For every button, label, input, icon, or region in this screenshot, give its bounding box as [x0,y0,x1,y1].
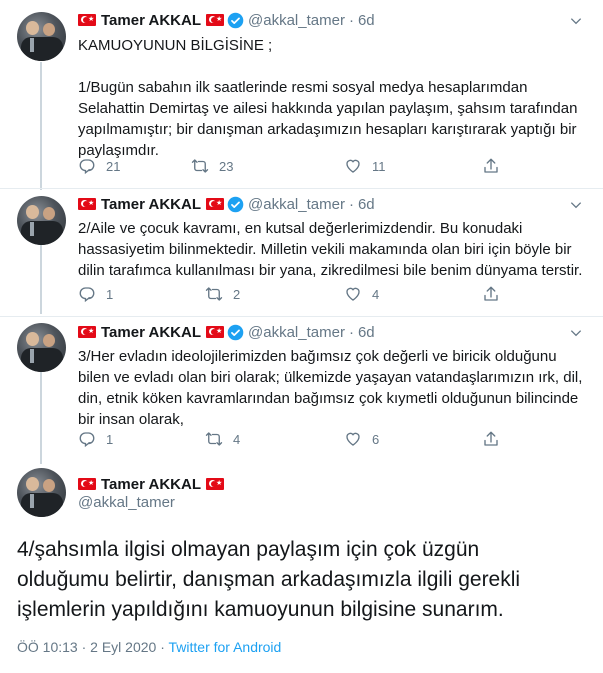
share-icon [484,158,498,173]
tweet-header: ★ Tamer AKKAL ★ @akkal_tamer · 6d [78,322,375,342]
text-line: din, etnik köken kavramlarından bağımsız… [78,390,579,407]
tweet-header: ★ Tamer AKKAL ★ [78,474,227,494]
text-line: bir insan olarak, [78,411,184,428]
tweet-time[interactable]: 6d [358,12,375,29]
retweet-button[interactable]: 23 [191,157,233,175]
avatar[interactable] [17,468,66,517]
like-button[interactable]: 11 [344,157,386,175]
tweet-source[interactable]: Twitter for Android [169,639,282,655]
verified-badge-icon [227,12,244,28]
tweet-text: 2/Aile ve çocuk kavramı, en kutsal değer… [78,218,588,281]
author-name[interactable]: Tamer AKKAL [101,196,201,213]
reply-button[interactable]: 1 [78,285,113,303]
author-handle[interactable]: @akkal_tamer [78,494,175,511]
share-icon [484,431,498,446]
chevron-down-icon[interactable] [569,14,583,28]
heart-icon [346,159,360,173]
share-icon [484,286,498,301]
text-line: 3/Her evladın ideolojilerimizden bağımsı… [78,348,557,365]
reply-icon [79,432,95,448]
reply-icon [79,159,95,175]
separator-dot: · [348,11,354,29]
author-name[interactable]: Tamer AKKAL [101,476,201,493]
thread-connector [40,372,42,464]
author-handle[interactable]: @akkal_tamer [248,324,345,341]
retweet-button[interactable]: 4 [205,430,240,448]
tweet-time[interactable]: 6d [358,196,375,213]
text-line: 2/Aile ve çocuk kavramı, en kutsal değer… [78,220,523,237]
text-line: dilin tarafımca kullanılması bir yana, z… [78,262,583,279]
turkish-flag-icon: ★ [206,478,225,490]
chevron-down-icon[interactable] [569,326,583,340]
like-count: 4 [372,286,380,302]
reply-count: 1 [106,286,114,302]
text-line: KAMUOYUNUN BİLGİSİNE ; [78,37,273,54]
text-line: olduğumu belirtir, danışman arkadaşımızl… [17,568,521,591]
retweet-count: 4 [233,431,241,447]
text-line: işlemlerin yapıldığını kamuoyunun bilgis… [17,598,504,621]
heart-icon [346,432,360,446]
divider [0,188,603,189]
thread-connector [40,62,42,190]
turkish-flag-icon: ★ [206,198,225,210]
reply-icon [79,287,95,303]
tweet-actions: 1 4 6 [78,430,518,450]
tweet-timestamp[interactable]: ÖÖ 10:13 · 2 Eyl 2020 · [17,639,169,655]
tweet-text: 3/Her evladın ideolojilerimizden bağımsı… [78,346,588,430]
turkish-flag-icon: ★ [78,478,96,490]
author-handle[interactable]: @akkal_tamer [248,12,345,29]
like-button[interactable]: 4 [344,285,379,303]
text-line: yapılmamıştır; bir danışman arkadaşımızı… [78,121,577,138]
tweet-meta: ÖÖ 10:13 · 2 Eyl 2020 · Twitter for Andr… [17,639,281,655]
author-name[interactable]: Tamer AKKAL [101,12,201,29]
like-count: 6 [372,431,380,447]
avatar[interactable] [17,196,66,245]
share-button[interactable] [482,285,510,303]
retweet-count: 2 [233,286,241,302]
text-line: hassasiyetim bilinmektedir. Milletin vek… [78,241,572,258]
reply-button[interactable]: 21 [78,157,120,175]
share-button[interactable] [482,430,510,448]
text-line: 4/şahsımla ilgisi olmayan paylaşım için … [17,538,480,561]
thread-connector [40,245,42,314]
main-tweet-text: 4/şahsımla ilgisi olmayan paylaşım için … [17,535,592,625]
tweet-text: KAMUOYUNUN BİLGİSİNE ; 1/Bugün sabahın i… [78,35,588,161]
avatar[interactable] [17,12,66,61]
retweet-count: 23 [219,158,234,174]
tweet-actions: 1 2 4 [78,285,518,305]
author-name[interactable]: Tamer AKKAL [101,324,201,341]
turkish-flag-icon: ★ [78,198,96,210]
verified-badge-icon [227,196,244,212]
reply-count: 21 [106,158,121,174]
share-button[interactable] [482,157,510,175]
retweet-icon [205,287,223,301]
tweet-actions: 21 23 11 [78,157,518,177]
turkish-flag-icon: ★ [78,326,96,338]
retweet-icon [205,432,223,446]
turkish-flag-icon: ★ [206,326,225,338]
reply-count: 1 [106,431,114,447]
text-line: 1/Bugün sabahın ilk saatlerinde resmi so… [78,79,528,96]
retweet-button[interactable]: 2 [205,285,240,303]
tweet-time[interactable]: 6d [358,324,375,341]
reply-button[interactable]: 1 [78,430,113,448]
separator-dot: · [348,323,354,341]
turkish-flag-icon: ★ [206,14,225,26]
chevron-down-icon[interactable] [569,198,583,212]
tweet-header: ★ Tamer AKKAL ★ @akkal_tamer · 6d [78,194,375,214]
avatar[interactable] [17,323,66,372]
separator-dot: · [348,195,354,213]
divider [0,316,603,317]
text-line: Selahattin Demirtaş ve ailesi hakkında y… [78,100,578,117]
like-count: 11 [372,158,386,174]
heart-icon [346,287,360,301]
turkish-flag-icon: ★ [78,14,96,26]
like-button[interactable]: 6 [344,430,379,448]
text-line: bilen ve evladı olan biri olarak; ülkemi… [78,369,583,386]
retweet-icon [191,159,209,173]
author-handle[interactable]: @akkal_tamer [248,196,345,213]
tweet-header: ★ Tamer AKKAL ★ @akkal_tamer · 6d [78,10,375,30]
verified-badge-icon [227,324,244,340]
text-line [78,56,588,77]
